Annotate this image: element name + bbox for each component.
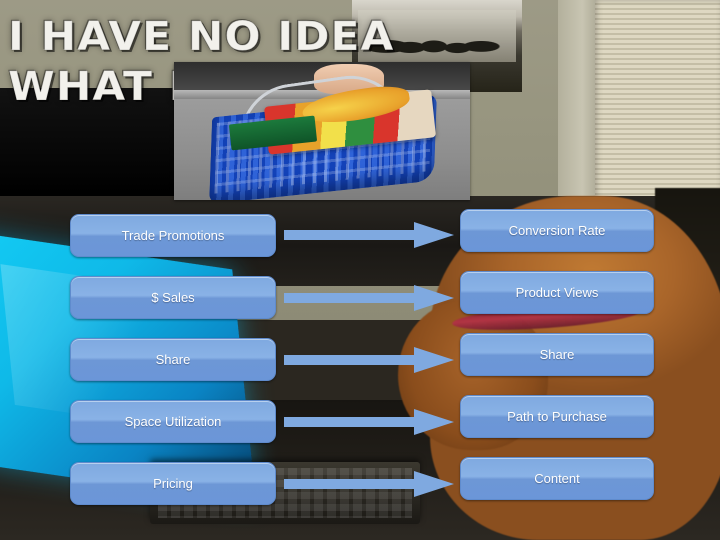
right-item-conversion-rate[interactable]: Conversion Rate <box>460 209 654 252</box>
left-item-label: Space Utilization <box>124 414 222 429</box>
shopping-basket-image <box>174 62 470 200</box>
left-item-label: $ Sales <box>151 290 195 305</box>
slide-canvas: I HAVE NO IDEA WHAT I'M Trade Promotions… <box>0 0 720 540</box>
left-item-pricing[interactable]: Pricing <box>70 462 276 505</box>
left-item-label: Pricing <box>153 476 193 491</box>
right-item-label: Share <box>539 347 575 362</box>
right-item-label: Conversion Rate <box>508 223 606 238</box>
arrow-right-4-icon <box>284 409 454 435</box>
left-item-space-utilization[interactable]: Space Utilization <box>70 400 276 443</box>
arrow-right-5-icon <box>284 471 454 497</box>
left-item-label: Trade Promotions <box>121 228 225 243</box>
right-item-path-to-purchase[interactable]: Path to Purchase <box>460 395 654 438</box>
meme-caption-line-1: I HAVE NO IDEA <box>7 14 395 61</box>
right-item-content[interactable]: Content <box>460 457 654 500</box>
right-item-label: Content <box>534 471 580 486</box>
left-item-label: Share <box>155 352 191 367</box>
left-item-trade-promotions[interactable]: Trade Promotions <box>70 214 276 257</box>
right-item-share[interactable]: Share <box>460 333 654 376</box>
right-item-label: Product Views <box>515 285 599 300</box>
arrow-right-1-icon <box>284 222 454 248</box>
left-item-share[interactable]: Share <box>70 338 276 381</box>
arrow-right-3-icon <box>284 347 454 373</box>
arrow-right-2-icon <box>284 285 454 311</box>
right-item-label: Path to Purchase <box>507 409 607 424</box>
right-item-product-views[interactable]: Product Views <box>460 271 654 314</box>
left-item-sales[interactable]: $ Sales <box>70 276 276 319</box>
